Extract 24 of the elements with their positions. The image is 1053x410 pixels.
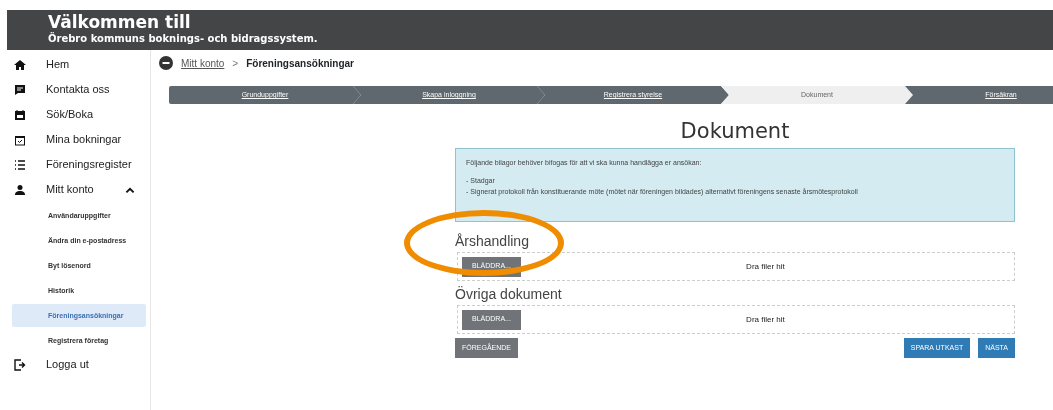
person-icon bbox=[14, 183, 26, 196]
logout-icon bbox=[14, 358, 26, 371]
drop-hint: Dra filer hit bbox=[745, 313, 786, 326]
section-heading: Övriga dokument bbox=[455, 285, 563, 303]
breadcrumb-current: Föreningsansökningar bbox=[246, 56, 354, 71]
sidebar-item[interactable]: Föreningsregister bbox=[0, 152, 150, 177]
welcome-title: Välkommen till bbox=[48, 13, 192, 32]
chat-icon bbox=[14, 83, 26, 96]
back-icon[interactable] bbox=[159, 56, 173, 70]
sidebar-item[interactable]: Kontakta oss bbox=[0, 77, 150, 102]
page-title: Dokument bbox=[679, 118, 791, 144]
breadcrumb-separator: > bbox=[232, 56, 239, 71]
welcome-subtitle: Örebro kommuns boknings- och bidragssystem. bbox=[48, 32, 319, 45]
calendar-icon bbox=[14, 108, 26, 121]
home-icon bbox=[14, 58, 26, 71]
sidebar-item[interactable]: Mina bokningar bbox=[0, 127, 150, 152]
list-icon bbox=[14, 158, 26, 171]
sidebar-item[interactable]: Sök/Boka bbox=[0, 102, 150, 127]
sidebar-item[interactable]: Hem bbox=[0, 52, 150, 77]
breadcrumb-link[interactable]: Mitt konto bbox=[181, 55, 225, 71]
section-heading: Årshandling bbox=[455, 232, 530, 250]
drop-hint: Dra filer hit bbox=[745, 260, 786, 273]
sidebar-item[interactable]: Mitt konto bbox=[0, 177, 150, 202]
sidebar-item[interactable]: Logga ut bbox=[0, 352, 150, 377]
